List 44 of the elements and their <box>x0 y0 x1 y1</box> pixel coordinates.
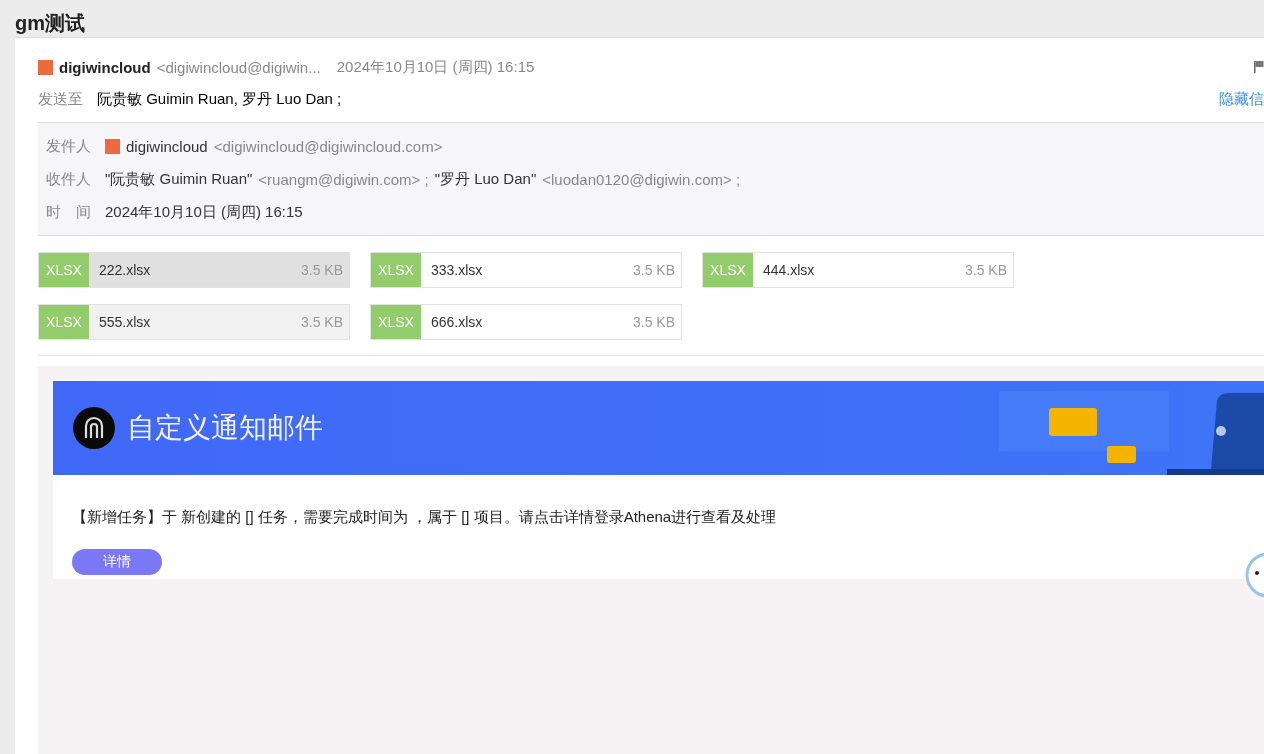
sender-email: <digiwincloud@digiwin... <box>156 58 321 76</box>
file-type-badge: XLSX <box>39 253 89 287</box>
file-name: 555.xlsx <box>99 314 152 330</box>
file-name: 666.xlsx <box>431 314 484 330</box>
details-button[interactable]: 详情 <box>72 549 162 575</box>
sent-time: 2024年10月10日 (周四) 16:15 <box>105 202 303 222</box>
file-size: 3.5 KB <box>632 314 675 330</box>
file-name: 222.xlsx <box>99 262 152 278</box>
file-size: 3.5 KB <box>300 314 343 330</box>
attachment-item[interactable]: XLSX 222.xlsx 3.5 KB <box>38 252 350 288</box>
file-name: 444.xlsx <box>763 262 816 278</box>
to-label: 发送至 <box>38 89 83 109</box>
banner-title: 自定义通知邮件 <box>127 411 323 445</box>
notice-message: 【新增任务】于 新创建的 [] 任务，需要完成时间为 ，属于 [] 项目。请点击详情登录Athena进行查看及处理 <box>72 508 778 527</box>
attachment-item[interactable]: XLSX 555.xlsx 3.5 KB <box>38 304 350 340</box>
file-name: 333.xlsx <box>431 262 484 278</box>
recipient-email: <luodan0120@digiwin.com> ; <box>542 170 741 188</box>
recipient-name: "罗丹 Luo Dan" <box>434 169 537 189</box>
attachment-item[interactable]: XLSX 444.xlsx 3.5 KB <box>702 252 1014 288</box>
attachment-item[interactable]: XLSX 666.xlsx 3.5 KB <box>370 304 682 340</box>
sender-email: <digiwincloud@digiwincloud.com> <box>213 137 443 155</box>
file-type-badge: XLSX <box>39 305 89 339</box>
flag-icon[interactable] <box>1254 61 1264 73</box>
file-size: 3.5 KB <box>964 262 1007 278</box>
file-size: 3.5 KB <box>632 262 675 278</box>
file-type-badge: XLSX <box>371 253 421 287</box>
file-type-badge: XLSX <box>703 253 753 287</box>
attachment-item[interactable]: XLSX 333.xlsx 3.5 KB <box>370 252 682 288</box>
file-size: 3.5 KB <box>300 262 343 278</box>
page-title: gm测试 <box>14 11 86 36</box>
detail-label: 收件人 <box>46 169 91 189</box>
to-recipients: 阮贵敏 Guimin Ruan, 罗丹 Luo Dan ; <box>97 89 342 109</box>
detail-label: 时 间 <box>46 202 91 222</box>
hide-info-link[interactable]: 隐藏信 <box>1219 89 1264 109</box>
sender-name: digiwincloud <box>126 137 208 155</box>
logo-icon <box>73 407 115 449</box>
file-type-badge: XLSX <box>371 305 421 339</box>
sender-avatar-icon <box>38 59 53 75</box>
sender-avatar-icon <box>105 138 120 154</box>
recipient-name: "阮贵敏 Guimin Ruan" <box>105 169 253 189</box>
mail-date: 2024年10月10日 (周四) 16:15 <box>336 57 535 77</box>
recipient-email: <ruangm@digiwin.com> ; <box>258 170 429 188</box>
sender-name[interactable]: digiwincloud <box>59 58 151 76</box>
detail-label: 发件人 <box>46 136 91 156</box>
